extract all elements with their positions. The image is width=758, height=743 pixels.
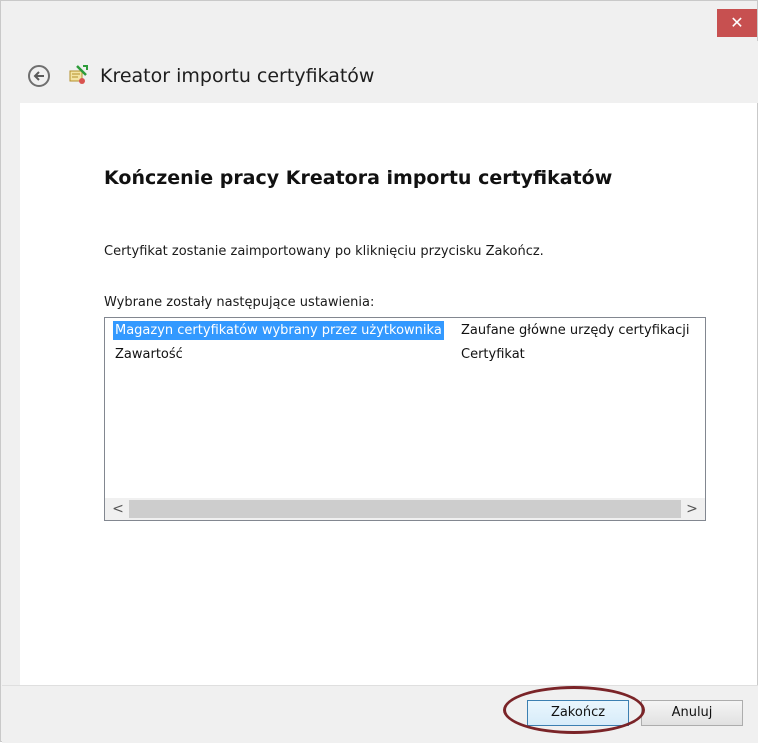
certificate-wizard-icon <box>69 65 88 84</box>
wizard-header: Kreator importu certyfikatów <box>2 41 758 103</box>
scroll-thumb[interactable] <box>129 500 681 518</box>
back-arrow-icon[interactable] <box>28 65 50 87</box>
close-button[interactable]: ✕ <box>717 9 757 37</box>
wizard-footer: Zakończ Anuluj <box>2 685 758 743</box>
finish-button[interactable]: Zakończ <box>527 700 629 726</box>
settings-list-label: Wybrane zostały następujące ustawienia: <box>104 295 375 310</box>
page-heading: Kończenie pracy Kreatora importu certyfi… <box>104 167 613 189</box>
scroll-left-icon[interactable]: < <box>107 498 129 520</box>
setting-name: Zawartość <box>115 347 183 362</box>
wizard-window: ✕ Kreator importu certyfikatów Kończenie… <box>0 0 758 743</box>
horizontal-scrollbar[interactable]: < > <box>105 498 705 520</box>
cancel-button[interactable]: Anuluj <box>641 700 743 726</box>
setting-name: Magazyn certyfikatów wybrany przez użytk… <box>113 321 444 340</box>
scroll-right-icon[interactable]: > <box>681 498 703 520</box>
list-item[interactable]: Magazyn certyfikatów wybrany przez użytk… <box>105 320 705 342</box>
window-title: Kreator importu certyfikatów <box>100 65 375 87</box>
description-text: Certyfikat zostanie zaimportowany po kli… <box>104 244 544 259</box>
wizard-content: Kończenie pracy Kreatora importu certyfi… <box>20 103 757 685</box>
setting-value: Zaufane główne urzędy certyfikacji <box>461 323 690 338</box>
list-item[interactable]: Zawartość Certyfikat <box>105 344 705 366</box>
settings-listbox[interactable]: Magazyn certyfikatów wybrany przez użytk… <box>104 317 706 521</box>
setting-value: Certyfikat <box>461 347 525 362</box>
